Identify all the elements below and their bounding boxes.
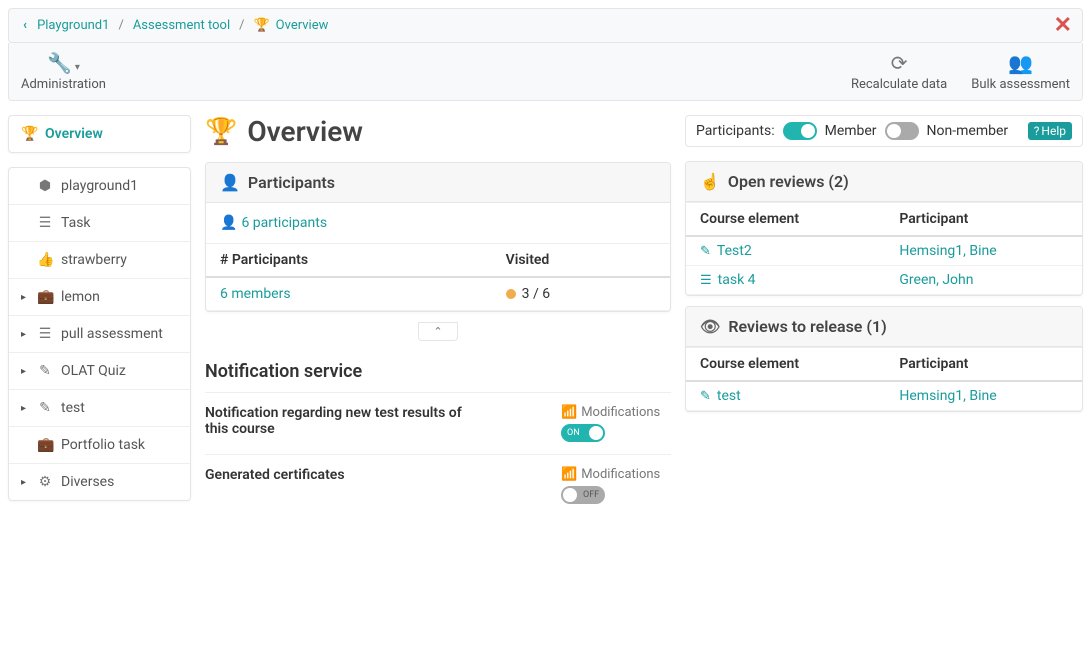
review-element-link[interactable]: ☰task 4: [700, 272, 871, 288]
open-reviews-panel: ☝ Open reviews (2) Course element Partic…: [685, 161, 1083, 296]
sidebar-item-playground1[interactable]: ⬢ playground1: [9, 168, 190, 205]
sidebar-item-lemon[interactable]: ▸ 💼 lemon: [9, 279, 190, 316]
trophy-icon: 🏆: [205, 117, 237, 147]
participants-panel: 👤 Participants 👤6 participants # Partici…: [205, 162, 671, 312]
toggle-certificates[interactable]: OFF: [561, 486, 605, 504]
caret-right-icon: ▸: [21, 366, 29, 377]
wrench-icon: 🔧: [47, 51, 72, 75]
pointer-icon: ☝: [700, 172, 720, 191]
course-icon: ⬢: [37, 178, 53, 194]
list-icon: ☰: [700, 273, 712, 288]
col-participant: Participant: [885, 203, 1082, 237]
sidebar-item-pull-assessment[interactable]: ▸ ☰ pull assessment: [9, 316, 190, 353]
user-icon: 👤: [220, 215, 237, 231]
quiz-icon: ✎: [37, 363, 53, 379]
quiz-icon: ✎: [700, 389, 711, 404]
rss-icon: 📶: [561, 467, 577, 482]
col-course-element: Course element: [686, 203, 885, 237]
list-icon: ☰: [37, 326, 53, 342]
briefcase-icon: 💼: [37, 289, 53, 305]
close-icon[interactable]: ✕: [1054, 13, 1072, 38]
reviews-release-panel: 👁 Reviews to release (1) Course element …: [685, 306, 1083, 412]
toggle-test-results[interactable]: ON: [561, 424, 605, 442]
col-participant: Participant: [885, 348, 1082, 382]
breadcrumb-bar: ‹ Playground1 / Assessment tool / 🏆 Over…: [8, 8, 1083, 43]
rss-icon: 📶: [561, 405, 577, 420]
participants-filter: Participants: Member Non-member ?Help: [685, 115, 1083, 147]
help-button[interactable]: ?Help: [1028, 122, 1072, 140]
status-dot-amber: [506, 289, 516, 299]
breadcrumb-item-overview[interactable]: Overview: [276, 18, 329, 33]
sidebar-item-strawberry[interactable]: 👍 strawberry: [9, 242, 190, 279]
sidebar-overview[interactable]: 🏆 Overview: [9, 116, 190, 152]
sidebar-item-diverses[interactable]: ▸ ⚙ Diverses: [9, 464, 190, 500]
briefcase-icon: 💼: [37, 437, 53, 453]
quiz-icon: ✎: [700, 244, 711, 259]
refresh-icon: ⟳: [891, 51, 908, 75]
release-element-link[interactable]: ✎test: [700, 388, 871, 404]
page-title: 🏆 Overview: [205, 115, 363, 148]
review-participant-link[interactable]: Hemsing1, Bine: [899, 243, 1068, 259]
toggle-member[interactable]: [783, 122, 817, 140]
bulk-assessment-button[interactable]: 👥 Bulk assessment: [971, 51, 1070, 92]
help-icon: ?: [1034, 124, 1040, 138]
release-participant-link[interactable]: Hemsing1, Bine: [899, 388, 1068, 404]
quiz-icon: ✎: [37, 400, 53, 416]
trophy-icon: 🏆: [21, 126, 37, 142]
review-participant-link[interactable]: Green, John: [899, 272, 1068, 288]
breadcrumb: ‹ Playground1 / Assessment tool / 🏆 Over…: [19, 18, 328, 33]
breadcrumb-back-chevron[interactable]: ‹: [19, 18, 31, 33]
users-icon: 👥: [1008, 51, 1033, 75]
table-row: ☰task 4 Green, John: [686, 266, 1082, 295]
sidebar-item-test[interactable]: ▸ ✎ test: [9, 390, 190, 427]
caret-right-icon: ▸: [21, 329, 29, 340]
share-icon: ⚙: [37, 474, 53, 490]
members-link[interactable]: 6 members: [220, 286, 291, 302]
caret-down-icon: ▾: [75, 62, 80, 73]
notification-service-heading: Notification service: [205, 361, 671, 382]
col-course-element: Course element: [686, 348, 885, 382]
user-icon: 👤: [220, 173, 240, 192]
toggle-nonmember[interactable]: [885, 122, 919, 140]
caret-right-icon: ▸: [21, 477, 29, 488]
review-element-link[interactable]: ✎Test2: [700, 243, 871, 259]
sidebar-item-olat-quiz[interactable]: ▸ ✎ OLAT Quiz: [9, 353, 190, 390]
trophy-icon: 🏆: [253, 18, 269, 33]
collapse-handle[interactable]: ⌃: [418, 322, 457, 341]
administration-button[interactable]: 🔧▾ Administration: [21, 51, 106, 92]
sidebar-item-task[interactable]: ☰ Task: [9, 205, 190, 242]
caret-right-icon: ▸: [21, 292, 29, 303]
toolbar: 🔧▾ Administration ⟳ Recalculate data 👥 B…: [8, 43, 1083, 101]
notification-row-test-results: Notification regarding new test results …: [205, 392, 671, 454]
eye-slash-icon: 👁: [700, 317, 720, 336]
table-row: 6 members 3 / 6: [206, 277, 670, 311]
col-participants-count: # Participants: [206, 244, 492, 278]
sidebar: 🏆 Overview ⬢ playground1 ☰ Task 👍 strawb…: [8, 115, 191, 515]
sidebar-item-portfolio-task[interactable]: 💼 Portfolio task: [9, 427, 190, 464]
table-row: ✎Test2 Hemsing1, Bine: [686, 236, 1082, 266]
list-icon: ☰: [37, 215, 53, 231]
caret-right-icon: ▸: [21, 403, 29, 414]
breadcrumb-item-assessment-tool[interactable]: Assessment tool: [133, 18, 230, 33]
participants-link[interactable]: 👤6 participants: [220, 215, 327, 231]
thumbs-up-icon: 👍: [37, 252, 53, 268]
breadcrumb-item-playground[interactable]: Playground1: [37, 18, 109, 33]
notification-row-certificates: Generated certificates 📶Modifications OF…: [205, 454, 671, 516]
recalculate-button[interactable]: ⟳ Recalculate data: [851, 51, 947, 92]
table-row: ✎test Hemsing1, Bine: [686, 381, 1082, 411]
col-visited: Visited: [492, 244, 670, 278]
